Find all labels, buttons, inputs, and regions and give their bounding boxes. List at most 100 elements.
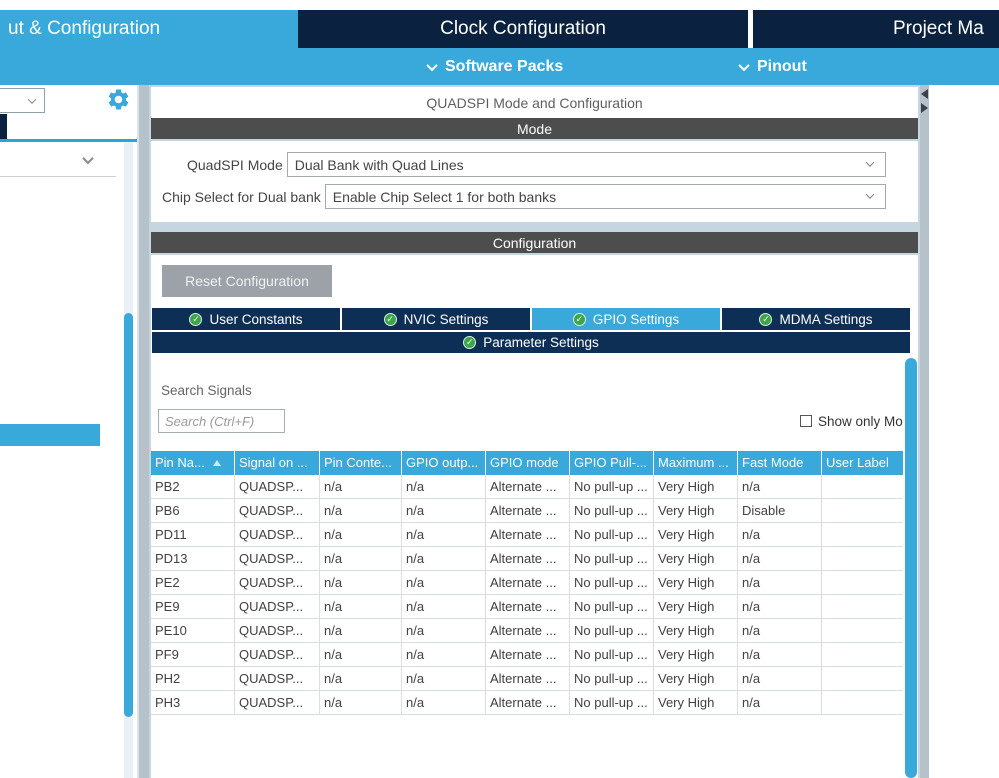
search-input[interactable] <box>158 409 285 433</box>
column-header[interactable]: Maximum ... <box>653 451 737 475</box>
table-cell[interactable]: No pull-up ... <box>569 523 653 546</box>
table-cell[interactable]: n/a <box>319 571 401 594</box>
table-cell[interactable]: n/a <box>401 667 485 690</box>
table-cell[interactable]: PE2 <box>151 571 234 594</box>
table-cell[interactable] <box>821 619 905 642</box>
sidebar-scrollbar-thumb[interactable] <box>124 313 133 717</box>
table-cell[interactable]: n/a <box>401 499 485 522</box>
tab-project-manager[interactable]: Project Ma <box>750 10 999 48</box>
table-cell[interactable]: Very High <box>653 619 737 642</box>
table-cell[interactable]: n/a <box>737 523 821 546</box>
table-cell[interactable]: n/a <box>737 691 821 714</box>
table-cell[interactable]: PH3 <box>151 691 234 714</box>
table-cell[interactable]: Very High <box>653 667 737 690</box>
table-cell[interactable]: PB6 <box>151 499 234 522</box>
table-cell[interactable]: n/a <box>737 595 821 618</box>
table-cell[interactable]: QUADSP... <box>234 475 319 498</box>
table-cell[interactable]: Very High <box>653 475 737 498</box>
column-header[interactable]: User Label <box>821 451 905 475</box>
table-cell[interactable] <box>821 571 905 594</box>
column-header[interactable]: GPIO mode <box>485 451 569 475</box>
table-cell[interactable]: QUADSP... <box>234 667 319 690</box>
chip-select-select[interactable]: Enable Chip Select 1 for both banks <box>324 184 886 209</box>
table-row[interactable]: PB6 QUADSP... n/a n/a Alternate ... No pull-u… <box>151 499 905 523</box>
table-cell[interactable]: No pull-up ... <box>569 667 653 690</box>
reset-configuration-button[interactable]: Reset Configuration <box>162 265 332 297</box>
content-scrollbar-thumb[interactable] <box>905 358 917 778</box>
tab-nvic-settings[interactable]: ✓ NVIC Settings <box>342 308 530 330</box>
table-cell[interactable]: Alternate ... <box>485 499 569 522</box>
table-cell[interactable]: Very High <box>653 595 737 618</box>
table-cell[interactable] <box>821 547 905 570</box>
table-cell[interactable]: Very High <box>653 571 737 594</box>
tab-pinout-configuration[interactable]: ut & Configuration <box>0 10 298 48</box>
table-cell[interactable] <box>821 643 905 666</box>
table-cell[interactable]: QUADSP... <box>234 499 319 522</box>
table-cell[interactable]: No pull-up ... <box>569 571 653 594</box>
content-scrollbar-track[interactable] <box>903 355 918 778</box>
table-cell[interactable]: n/a <box>319 475 401 498</box>
tab-parameter-settings[interactable]: ✓ Parameter Settings <box>152 332 910 353</box>
sidebar-dropdown[interactable] <box>0 88 45 113</box>
software-packs-menu[interactable]: Software Packs <box>426 48 563 85</box>
table-row[interactable]: PH2 QUADSP... n/a n/a Alternate ... No pull-u… <box>151 667 905 691</box>
table-cell[interactable]: QUADSP... <box>234 547 319 570</box>
table-cell[interactable]: No pull-up ... <box>569 643 653 666</box>
table-cell[interactable]: QUADSP... <box>234 571 319 594</box>
table-cell[interactable]: QUADSP... <box>234 643 319 666</box>
table-row[interactable]: PH3 QUADSP... n/a n/a Alternate ... No pull-u… <box>151 691 905 715</box>
table-cell[interactable]: n/a <box>319 619 401 642</box>
tab-clock-configuration[interactable]: Clock Configuration <box>298 10 748 48</box>
table-cell[interactable]: n/a <box>401 547 485 570</box>
table-cell[interactable]: n/a <box>401 643 485 666</box>
table-cell[interactable]: Very High <box>653 643 737 666</box>
table-cell[interactable]: No pull-up ... <box>569 595 653 618</box>
table-row[interactable]: PE9 QUADSP... n/a n/a Alternate ... No pull-u… <box>151 595 905 619</box>
table-cell[interactable]: n/a <box>319 499 401 522</box>
table-cell[interactable] <box>821 475 905 498</box>
table-cell[interactable] <box>821 691 905 714</box>
table-row[interactable]: PF9 QUADSP... n/a n/a Alternate ... No pull-u… <box>151 643 905 667</box>
table-cell[interactable]: n/a <box>401 571 485 594</box>
sort-ascending-icon[interactable] <box>212 460 221 466</box>
table-cell[interactable]: n/a <box>319 691 401 714</box>
table-row[interactable]: PD13 QUADSP... n/a n/a Alternate ... No pull-… <box>151 547 905 571</box>
left-splitter[interactable] <box>137 85 149 778</box>
tab-mdma-settings[interactable]: ✓ MDMA Settings <box>722 308 910 330</box>
table-cell[interactable]: No pull-up ... <box>569 499 653 522</box>
table-cell[interactable]: Alternate ... <box>485 595 569 618</box>
table-cell[interactable]: PE10 <box>151 619 234 642</box>
column-header[interactable]: GPIO outp... <box>401 451 485 475</box>
table-cell[interactable]: n/a <box>319 595 401 618</box>
table-cell[interactable]: Alternate ... <box>485 571 569 594</box>
table-cell[interactable] <box>821 499 905 522</box>
table-row[interactable]: PE2 QUADSP... n/a n/a Alternate ... No pull-u… <box>151 571 905 595</box>
sidebar-selected-item[interactable] <box>0 424 100 446</box>
column-header[interactable]: Signal on ... <box>234 451 319 475</box>
table-cell[interactable]: Very High <box>653 499 737 522</box>
table-cell[interactable]: PD11 <box>151 523 234 546</box>
pinout-menu[interactable]: Pinout <box>738 48 807 85</box>
table-cell[interactable]: No pull-up ... <box>569 619 653 642</box>
table-cell[interactable]: n/a <box>401 691 485 714</box>
table-row[interactable]: PD11 QUADSP... n/a n/a Alternate ... No pull-… <box>151 523 905 547</box>
sidebar-scrollbar-track[interactable] <box>124 142 133 778</box>
table-cell[interactable]: PB2 <box>151 475 234 498</box>
table-cell[interactable]: n/a <box>401 595 485 618</box>
table-cell[interactable]: n/a <box>319 643 401 666</box>
table-cell[interactable]: PF9 <box>151 643 234 666</box>
table-cell[interactable]: PD13 <box>151 547 234 570</box>
column-header[interactable]: GPIO Pull-... <box>569 451 653 475</box>
chevron-down-icon[interactable] <box>82 151 94 169</box>
table-cell[interactable]: No pull-up ... <box>569 475 653 498</box>
table-row[interactable]: PE10 QUADSP... n/a n/a Alternate ... No pull-… <box>151 619 905 643</box>
tab-gpio-settings[interactable]: ✓ GPIO Settings <box>532 308 720 330</box>
table-cell[interactable]: n/a <box>737 547 821 570</box>
show-only-checkbox[interactable] <box>800 415 812 427</box>
column-header[interactable]: Pin Na... <box>151 451 234 475</box>
table-cell[interactable]: n/a <box>319 667 401 690</box>
table-cell[interactable]: Disable <box>737 499 821 522</box>
table-cell[interactable]: Alternate ... <box>485 667 569 690</box>
table-cell[interactable]: QUADSP... <box>234 619 319 642</box>
table-cell[interactable]: Alternate ... <box>485 523 569 546</box>
